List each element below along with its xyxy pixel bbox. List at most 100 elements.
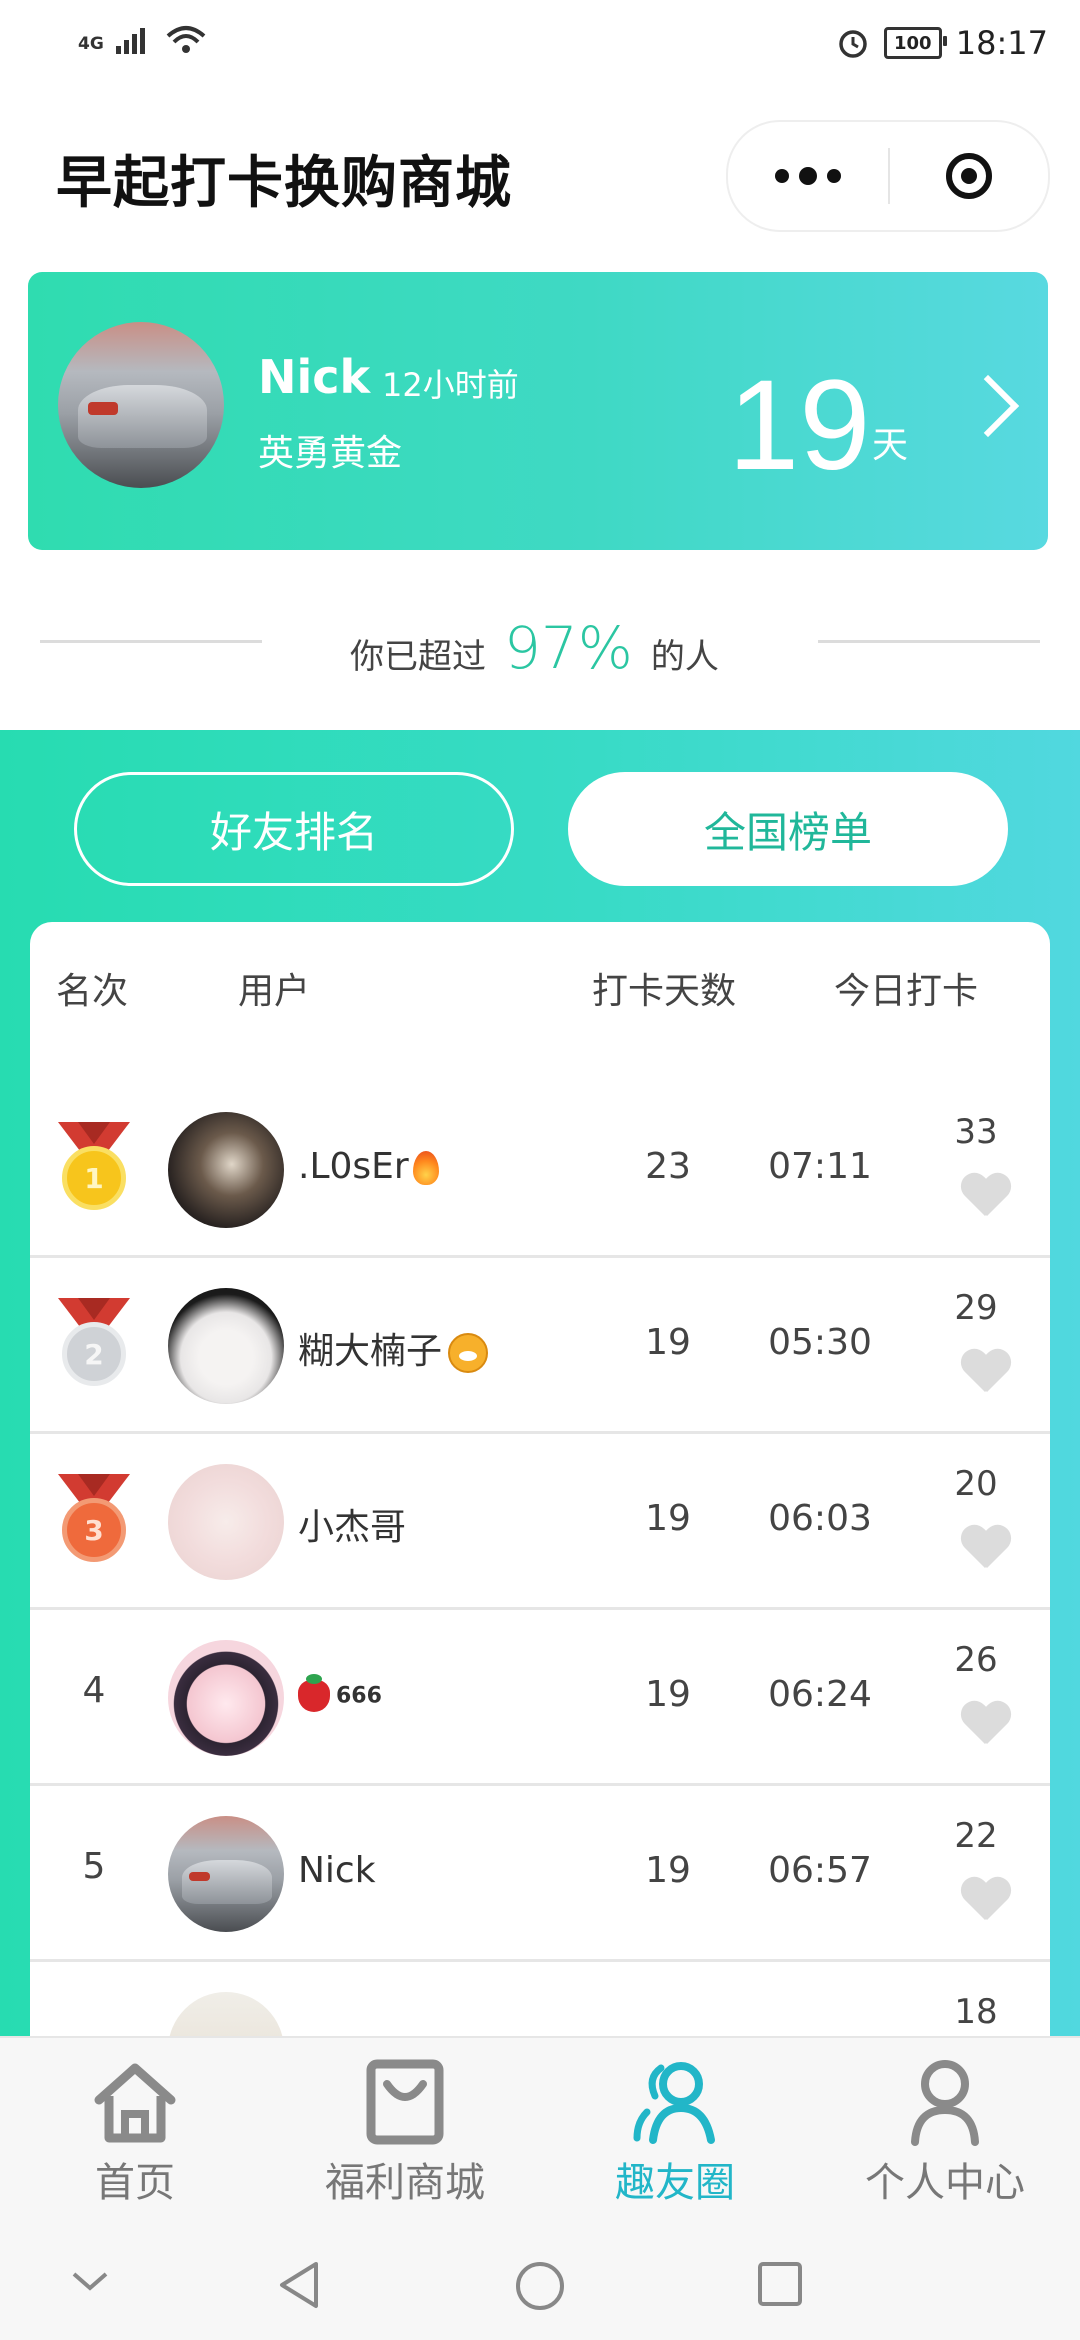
network-type: 4G (78, 34, 104, 54)
checkin-days: 19 (645, 1498, 691, 1539)
checkin-time: 06:57 (768, 1850, 872, 1891)
gold-medal-icon: 1 (56, 1122, 132, 1218)
tab-friends-ranking[interactable]: 好友排名 (74, 772, 514, 886)
profile-icon (911, 2060, 979, 2146)
status-left: 4G (78, 24, 208, 54)
tab-label: 趣友圈 (615, 2160, 735, 2206)
user-name: 666 (298, 1674, 382, 1715)
avatar[interactable] (168, 1640, 284, 1756)
avatar[interactable] (168, 1112, 284, 1228)
like-count: 33 (954, 1112, 998, 1152)
recent-apps-icon[interactable] (756, 2260, 804, 2308)
tab-profile[interactable]: 个人中心 (810, 2038, 1080, 2218)
header-days: 打卡天数 (592, 971, 737, 1012)
table-row[interactable]: 2 糊大楠子 19 05:30 29 (30, 1258, 1050, 1434)
checkin-days: 19 (645, 1322, 691, 1363)
checkin-time: 06:03 (768, 1498, 872, 1539)
heart-icon[interactable] (960, 1174, 1010, 1224)
target-icon (946, 153, 992, 199)
bottom-tab-bar: 首页 福利商城 趣友圈 个人中心 (0, 2036, 1080, 2218)
table-row[interactable]: 3 小杰哥 19 06:03 20 (30, 1434, 1050, 1610)
avatar (58, 322, 224, 488)
table-header: 名次 用户 打卡天数 今日打卡 (30, 922, 1050, 1082)
profile-time-ago: 12小时前 (382, 366, 519, 404)
checkin-time: 07:11 (768, 1146, 872, 1187)
close-mini-program-button[interactable] (890, 122, 1048, 230)
percent-row: 你已超过 97% 的人 (0, 600, 1080, 690)
silver-medal-icon: 2 (56, 1298, 132, 1394)
status-right: 100 18:17 (836, 24, 1048, 62)
clock: 18:17 (955, 24, 1048, 62)
like-count: 26 (954, 1640, 998, 1680)
strawberry-emoji-icon (298, 1674, 330, 1712)
user-name: 小杰哥 (298, 1507, 407, 1548)
battery-level: 100 (893, 32, 932, 54)
checkin-days: 23 (645, 1146, 691, 1187)
like-count: 20 (954, 1464, 998, 1504)
checkin-days: 19 (645, 1850, 691, 1891)
rank-number: 5 (82, 1846, 106, 1887)
tab-national-ranking[interactable]: 全国榜单 (568, 772, 1008, 886)
percent-suffix: 的人 (650, 637, 719, 677)
wifi-icon (166, 26, 206, 53)
table-row[interactable]: 1 .L0sEr 23 07:11 33 (30, 1082, 1050, 1258)
percent-prefix: 你已超过 (350, 637, 486, 677)
checkin-days: 19 (728, 354, 871, 497)
page-title: 早起打卡换购商城 (56, 151, 512, 216)
more-dot-icon (799, 167, 817, 185)
avatar[interactable] (168, 1464, 284, 1580)
mini-program-capsule (726, 120, 1050, 232)
user-name: Nick (298, 1850, 376, 1891)
like-count: 18 (954, 1992, 998, 2032)
heart-icon[interactable] (960, 1526, 1010, 1576)
fire-emoji-icon (412, 1151, 439, 1185)
tab-label: 个人中心 (865, 2160, 1025, 2206)
like-count: 29 (954, 1288, 998, 1328)
battery-indicator: 100 (883, 27, 947, 59)
heart-icon[interactable] (960, 1702, 1010, 1752)
user-name: 糊大楠子 (298, 1322, 489, 1374)
shopping-bag-icon (366, 2059, 444, 2145)
heart-icon[interactable] (960, 1350, 1010, 1400)
friends-icon (633, 2062, 715, 2144)
divider-line (40, 640, 262, 643)
status-bar: 4G 100 18:17 (0, 0, 1080, 90)
heart-icon[interactable] (960, 1878, 1010, 1928)
tab-friends-circle[interactable]: 趣友圈 (540, 2038, 810, 2218)
home-circle-icon[interactable] (514, 2260, 566, 2312)
like-count: 22 (954, 1816, 998, 1856)
checkin-days-unit: 天 (872, 425, 909, 466)
system-nav-bar (0, 2216, 1080, 2340)
tab-shop[interactable]: 福利商城 (270, 2038, 540, 2218)
home-icon (94, 2063, 176, 2143)
more-dot-icon (775, 169, 789, 183)
chevron-right-icon[interactable] (956, 374, 1020, 438)
profile-rank-title: 英勇黄金 (258, 433, 403, 474)
signal-icon (115, 28, 145, 54)
header-today: 今日打卡 (834, 971, 979, 1012)
rank-number: 4 (82, 1670, 106, 1711)
title-bar: 早起打卡换购商城 (0, 110, 1080, 240)
tab-home[interactable]: 首页 (0, 2038, 270, 2218)
more-button[interactable] (728, 122, 888, 230)
checkin-days: 19 (645, 1674, 691, 1715)
tiger-emoji-icon (448, 1333, 489, 1373)
profile-card[interactable]: Nick 12小时前 英勇黄金 19 天 (28, 272, 1048, 550)
user-name: .L0sEr (298, 1146, 439, 1187)
checkin-time: 05:30 (768, 1322, 872, 1363)
checkin-time: 06:24 (768, 1674, 872, 1715)
back-icon[interactable] (276, 2260, 324, 2310)
tab-label: 福利商城 (325, 2160, 485, 2206)
avatar[interactable] (168, 1288, 284, 1404)
tab-label: 首页 (95, 2160, 175, 2206)
avatar[interactable] (168, 1816, 284, 1932)
header-rank: 名次 (56, 971, 129, 1012)
percent-value: 97% (504, 614, 633, 682)
table-row[interactable]: 4 666 19 06:24 26 (30, 1610, 1050, 1786)
table-row[interactable]: 5 Nick 19 06:57 22 (30, 1786, 1050, 1962)
chevron-down-icon[interactable] (70, 2260, 110, 2300)
profile-name: Nick (258, 350, 371, 404)
percent-text: 你已超过 97% 的人 (350, 614, 719, 682)
divider-line (818, 640, 1040, 643)
bronze-medal-icon: 3 (56, 1474, 132, 1570)
